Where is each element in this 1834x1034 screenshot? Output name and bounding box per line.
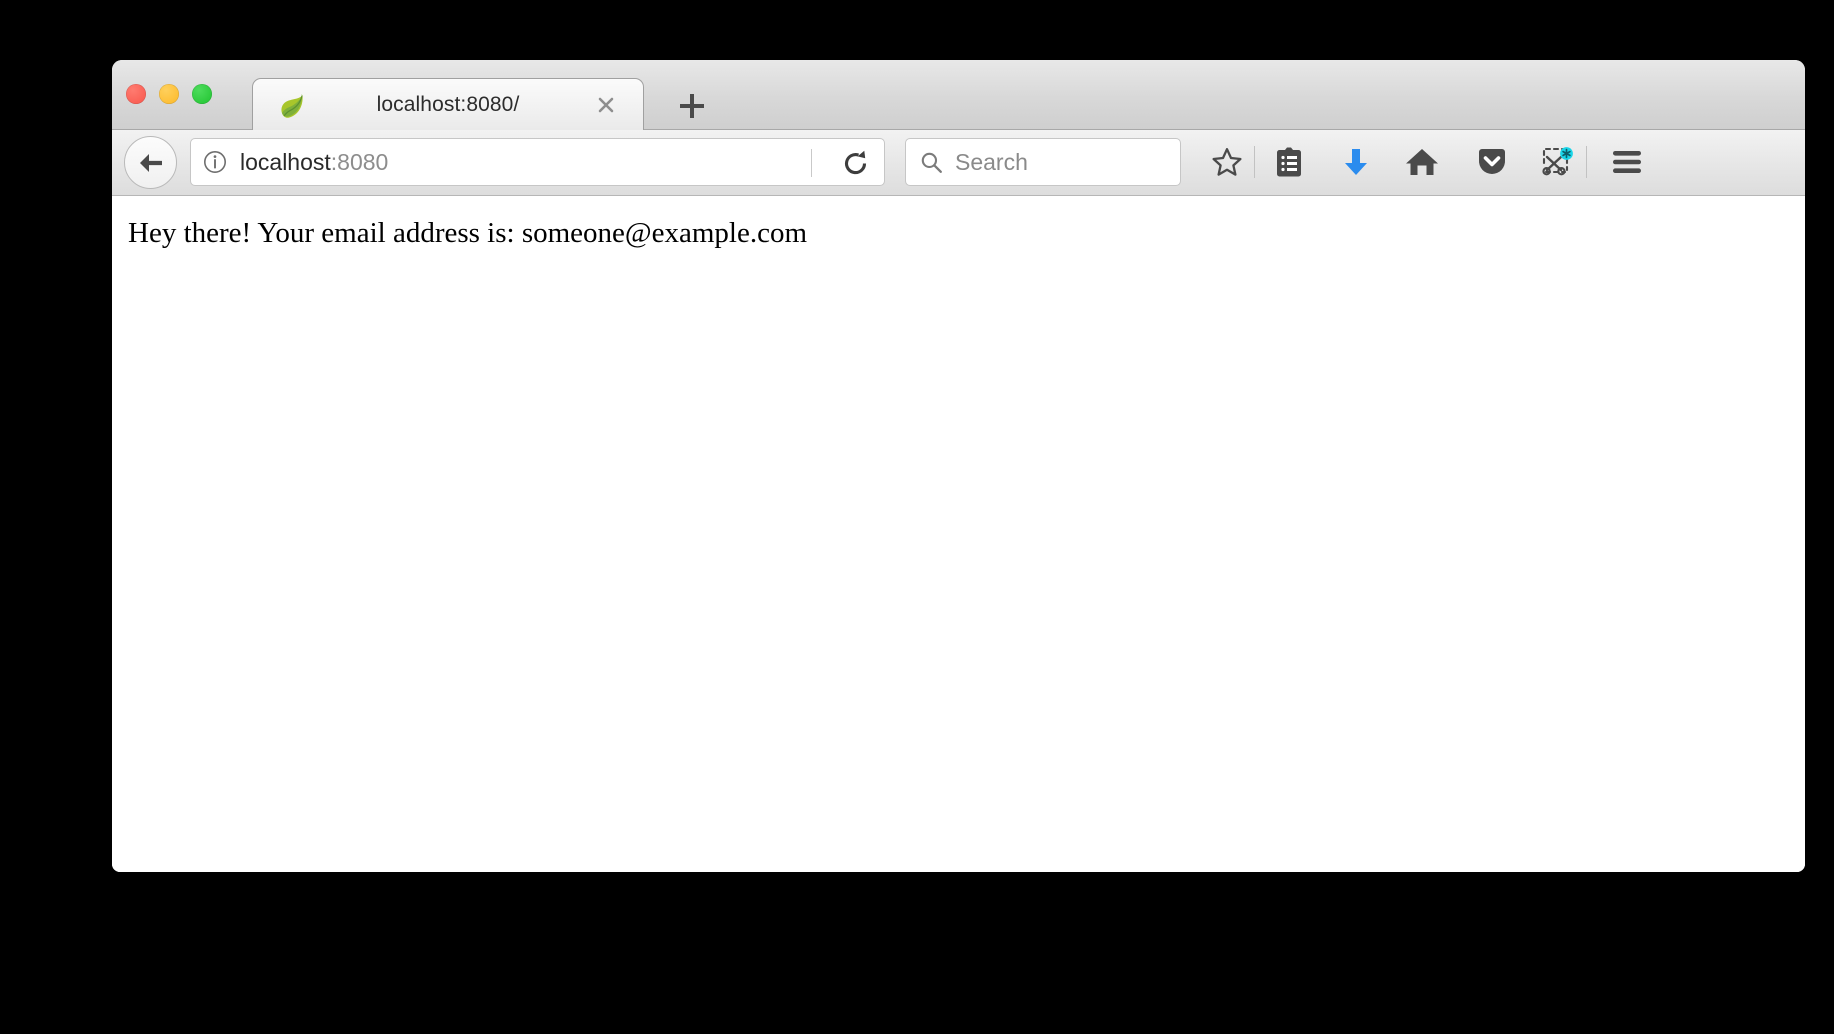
tab-strip: localhost:8080/ [112,60,1805,130]
page-content: Hey there! Your email address is: someon… [112,196,1805,872]
url-port: :8080 [330,148,389,175]
minimize-window-button[interactable] [159,84,179,104]
home-icon[interactable] [1400,140,1444,184]
library-icon[interactable] [1267,140,1311,184]
url-host: localhost [240,148,331,175]
search-input[interactable]: Search [905,138,1181,186]
bookmark-star-icon[interactable] [1205,140,1249,184]
pocket-icon[interactable] [1470,140,1514,184]
search-placeholder: Search [955,148,1028,175]
url-separator [811,149,812,177]
downloads-icon[interactable] [1334,140,1378,184]
url-bar[interactable]: localhost:8080 [190,138,885,186]
back-button[interactable] [124,136,177,189]
back-arrow-icon [139,153,162,172]
browser-window: localhost:8080/ localhost:8080 Search He… [112,60,1805,872]
tab-localhost[interactable]: localhost:8080/ [252,78,644,130]
search-icon [921,152,942,173]
close-window-button[interactable] [126,84,146,104]
tab-title: localhost:8080/ [376,93,520,116]
toolbar-separator-2 [1586,146,1587,178]
toolbar-separator [1254,146,1255,178]
close-icon[interactable] [595,94,617,116]
screenshot-icon[interactable] [1536,140,1580,184]
window-controls [126,84,212,104]
new-tab-button[interactable] [672,86,712,126]
menu-icon[interactable] [1605,140,1649,184]
reload-icon[interactable] [841,149,870,178]
maximize-window-button[interactable] [192,84,212,104]
info-icon[interactable] [203,150,227,174]
page-body-text: Hey there! Your email address is: someon… [128,217,808,249]
navigation-toolbar: localhost:8080 Search [112,130,1805,196]
url-text: localhost:8080 [240,149,388,176]
